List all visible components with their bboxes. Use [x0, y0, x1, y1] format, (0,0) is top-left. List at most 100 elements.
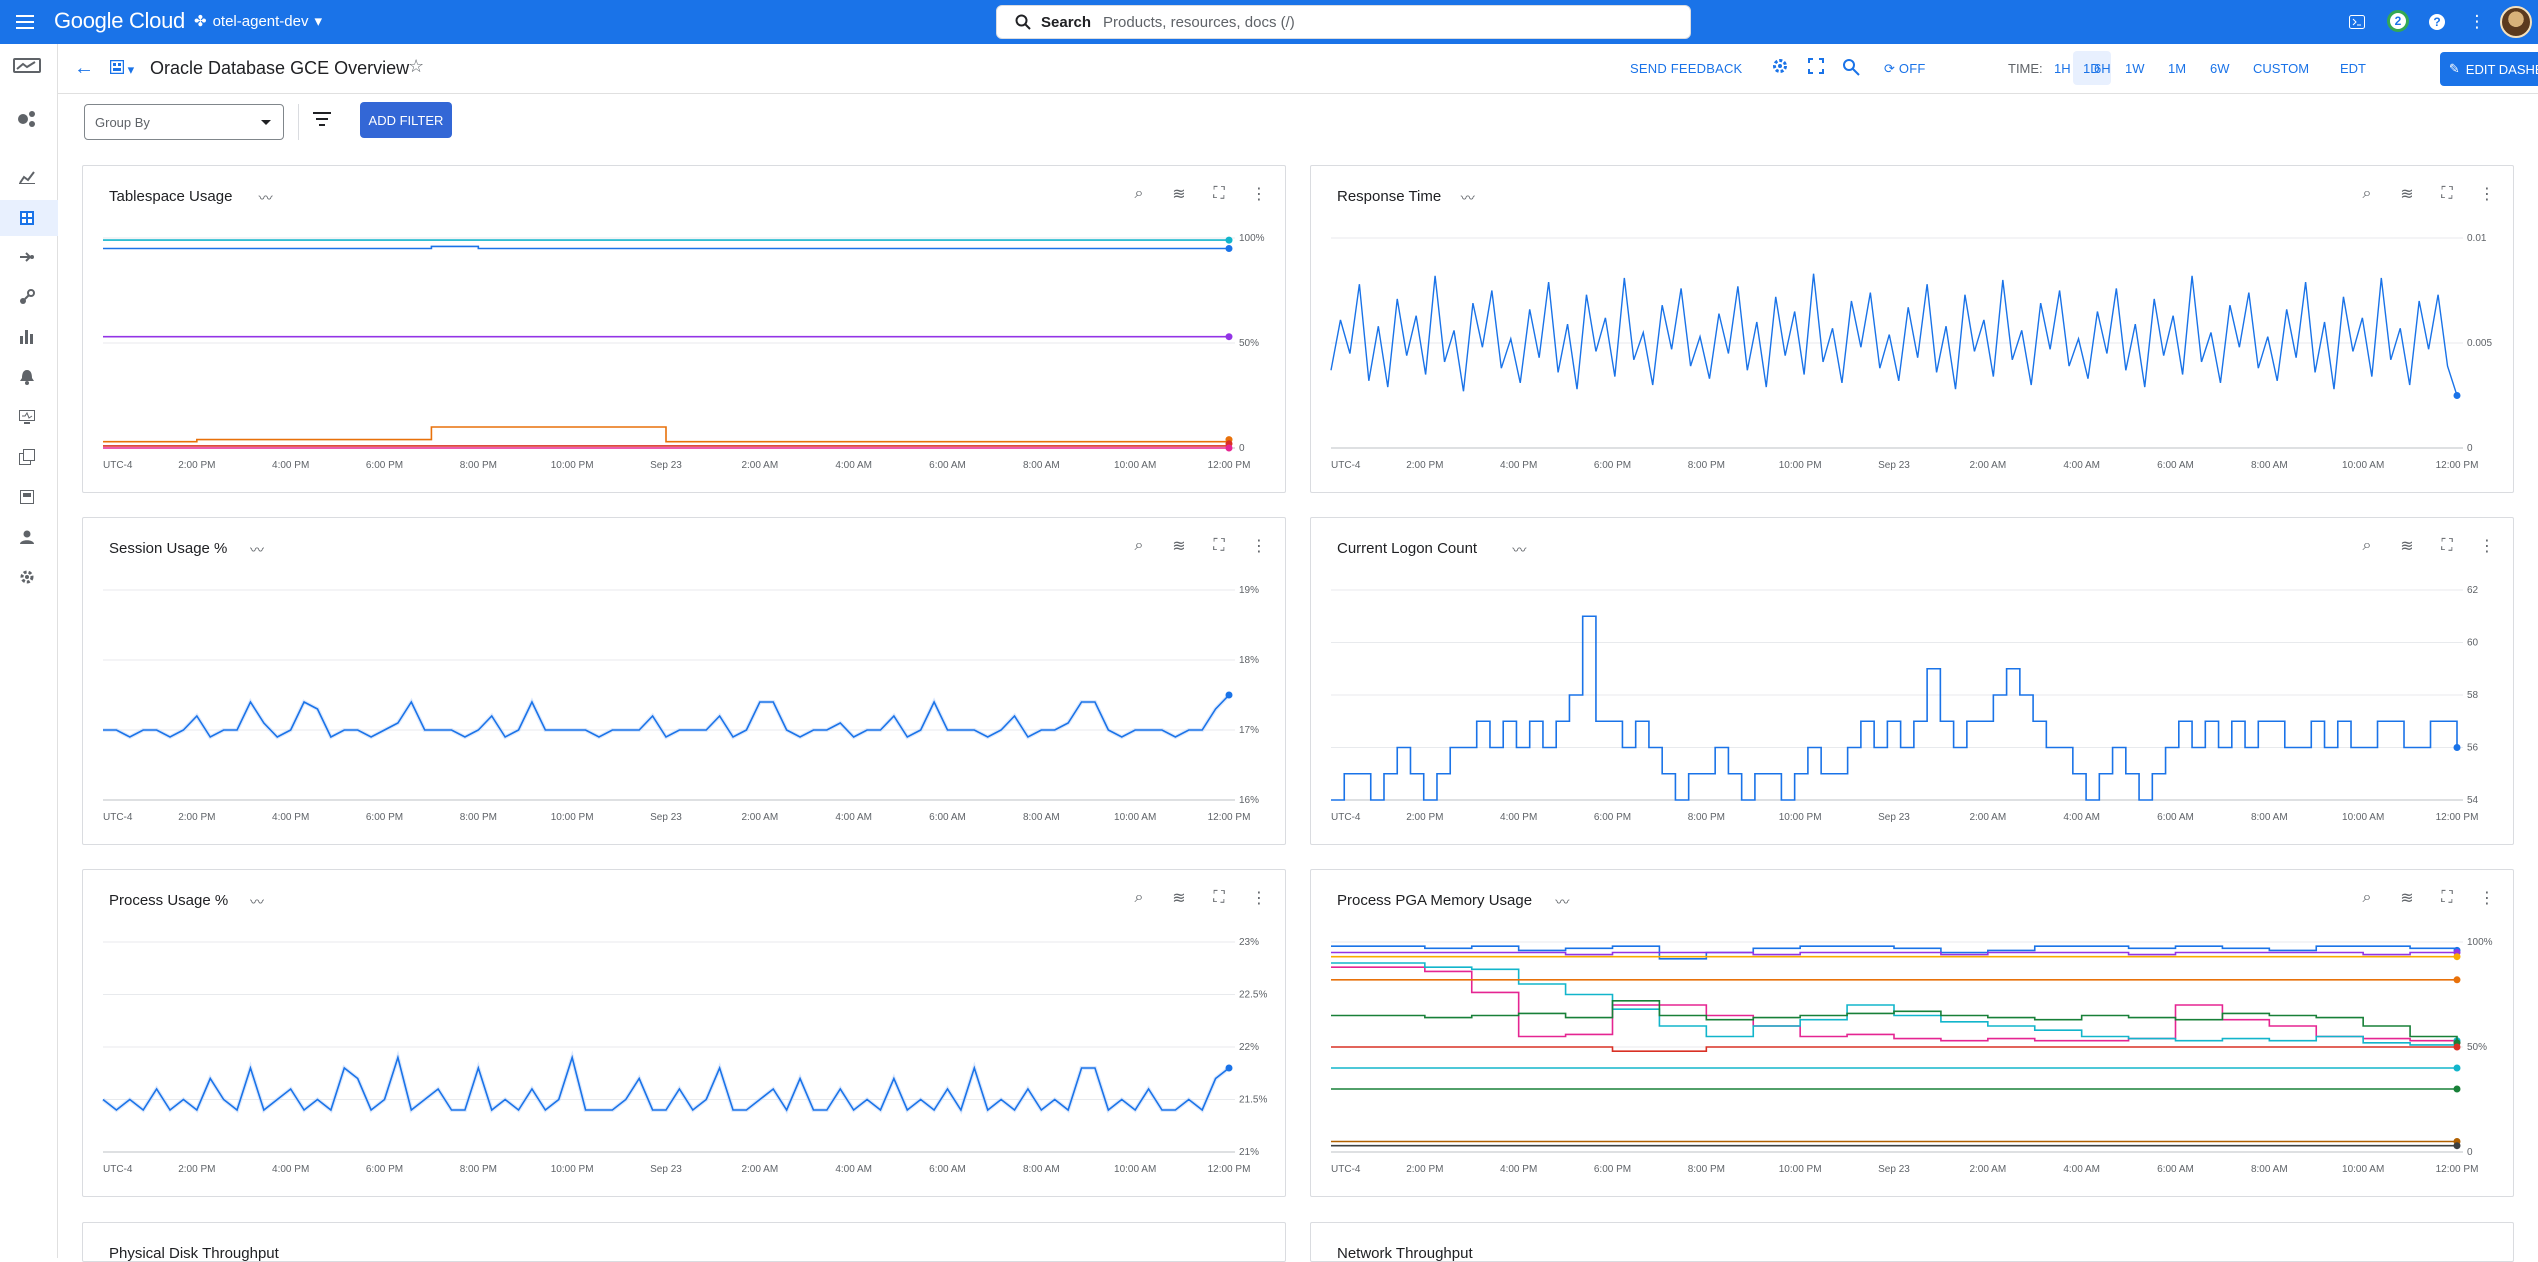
slo-icon[interactable]: [16, 326, 38, 348]
help-icon[interactable]: ?: [2426, 11, 2448, 33]
x-tick-label: UTC-4: [103, 812, 133, 823]
alerting-bell-icon[interactable]: [16, 366, 38, 388]
more-vert-icon[interactable]: ⋮: [1249, 184, 1269, 204]
chart-title: Network Throughput: [1337, 1245, 1473, 1262]
gear-icon[interactable]: [16, 566, 38, 588]
zoom-search-icon[interactable]: [1842, 58, 1860, 81]
chart-plot[interactable]: 100% 50% 0 UTC-4 2:00 PM 4:00 PM 6:00 PM 8:00 P…: [83, 226, 1287, 494]
fullscreen-icon[interactable]: ⛶: [2437, 888, 2457, 908]
add-filter-button[interactable]: ADD FILTER: [360, 102, 452, 138]
chart-plot[interactable]: 100% 50% 0 UTC-4 2:00 PM 4:00 PM 6:00 PM 8:00 P…: [1311, 930, 2515, 1198]
x-tick-label: 6:00 AM: [929, 460, 966, 471]
legend-icon[interactable]: ≋: [2397, 888, 2417, 908]
series-endpoint: [2453, 953, 2461, 961]
x-tick-label: 4:00 AM: [2063, 1164, 2100, 1175]
annotation-icon[interactable]: 〰: [259, 188, 273, 208]
annotation-icon[interactable]: 〰: [1555, 892, 1569, 912]
time-option-1w[interactable]: 1W: [2125, 61, 2145, 76]
legend-icon[interactable]: ≋: [1169, 888, 1189, 908]
zoom-icon[interactable]: ⌕: [2357, 184, 2377, 204]
annotation-icon[interactable]: 〰: [1512, 540, 1526, 560]
annotation-icon[interactable]: 〰: [250, 540, 264, 560]
y-tick-label: 0: [1239, 443, 1245, 454]
x-tick-label: 10:00 PM: [551, 1164, 594, 1175]
groups-icon[interactable]: [16, 446, 38, 468]
x-tick-label: 12:00 PM: [1208, 1164, 1251, 1175]
time-option-1d[interactable]: 1D: [2083, 61, 2100, 76]
dashboard-picker[interactable]: ▾: [109, 59, 134, 78]
search-input[interactable]: Search Products, resources, docs (/): [996, 5, 1691, 39]
y-tick-label: 50%: [1239, 338, 1259, 349]
notifications-badge[interactable]: 2: [2387, 10, 2409, 32]
star-icon[interactable]: ☆: [408, 56, 424, 77]
back-arrow-icon[interactable]: ←: [74, 57, 94, 80]
more-vert-icon[interactable]: ⋮: [2466, 11, 2488, 33]
legend-icon[interactable]: ≋: [2397, 184, 2417, 204]
services-icon[interactable]: [16, 286, 38, 308]
more-vert-icon[interactable]: ⋮: [1249, 536, 1269, 556]
annotation-icon[interactable]: 〰: [1461, 188, 1475, 208]
zoom-icon[interactable]: ⌕: [1129, 536, 1149, 556]
chart-plot[interactable]: 62 60 58 56 54 UTC-4 2:00 PM 4:00 PM 6:00 PM 8:00…: [1311, 578, 2515, 846]
project-picker[interactable]: ✤ otel-agent-dev ▾: [194, 12, 323, 31]
integrations-icon[interactable]: [16, 246, 38, 268]
legend-icon[interactable]: ≋: [2397, 536, 2417, 556]
series-line: [1330, 273, 2458, 396]
more-vert-icon[interactable]: ⋮: [2477, 184, 2497, 204]
time-option-1m[interactable]: 1M: [2168, 61, 2186, 76]
y-tick-label: 21.5%: [1239, 1095, 1267, 1106]
chart-plot[interactable]: 23% 22.5% 22% 21.5% 21% UTC-4 2:00 PM 4:00 PM 6:…: [83, 930, 1287, 1198]
monitoring-logo-icon[interactable]: [12, 56, 42, 78]
filter-list-icon[interactable]: [313, 112, 331, 130]
timezone-button[interactable]: EDT: [2340, 61, 2366, 76]
settings-panel-icon[interactable]: [16, 486, 38, 508]
x-tick-label: 4:00 PM: [272, 460, 309, 471]
chevron-down-icon: ▾: [314, 13, 323, 30]
fullscreen-icon[interactable]: ⛶: [2437, 184, 2457, 204]
fullscreen-icon[interactable]: ⛶: [2437, 536, 2457, 556]
send-feedback-button[interactable]: SEND FEEDBACK: [1630, 61, 1742, 76]
more-vert-icon[interactable]: ⋮: [1249, 888, 1269, 908]
x-tick-label: 8:00 AM: [2251, 1164, 2288, 1175]
annotation-icon[interactable]: 〰: [250, 892, 264, 912]
more-vert-icon[interactable]: ⋮: [2477, 536, 2497, 556]
chart-title: Process Usage %: [109, 892, 229, 909]
series-line: [1331, 615, 2458, 801]
x-tick-label: 6:00 AM: [929, 1164, 966, 1175]
x-tick-label: 10:00 PM: [1779, 1164, 1822, 1175]
x-tick-label: 10:00 AM: [1114, 460, 1156, 471]
zoom-icon[interactable]: ⌕: [1129, 184, 1149, 204]
person-icon[interactable]: [16, 526, 38, 548]
x-tick-label: 12:00 PM: [2436, 460, 2479, 471]
auto-refresh-toggle[interactable]: ⟳ OFF: [1884, 61, 1926, 77]
menu-icon[interactable]: [12, 9, 38, 35]
fullscreen-icon[interactable]: ⛶: [1209, 184, 1229, 204]
chart-card-response: Response Time 〰 ⌕ ≋ ⛶ ⋮ 0.01 0.005 0 UTC-4 2:00 PM…: [1310, 165, 2514, 493]
overview-icon[interactable]: [16, 108, 38, 130]
zoom-icon[interactable]: ⌕: [2357, 536, 2377, 556]
edit-dashboard-button[interactable]: ✎ EDIT DASHBOARD: [2440, 52, 2538, 86]
metrics-explorer-icon[interactable]: [16, 166, 38, 188]
google-cloud-logo[interactable]: Google Cloud: [54, 8, 185, 34]
time-option-1h[interactable]: 1H: [2054, 61, 2071, 76]
zoom-icon[interactable]: ⌕: [2357, 888, 2377, 908]
group-by-select[interactable]: Group By: [84, 104, 284, 140]
avatar[interactable]: [2500, 6, 2532, 38]
zoom-icon[interactable]: ⌕: [1129, 888, 1149, 908]
chart-card-session: Session Usage % 〰 ⌕ ≋ ⛶ ⋮ 19% 18% 17% 16% UTC-4 2:0…: [82, 517, 1286, 845]
cloud-shell-icon[interactable]: [2346, 11, 2368, 33]
time-option-custom[interactable]: CUSTOM: [2253, 61, 2309, 76]
legend-icon[interactable]: ≋: [1169, 184, 1189, 204]
y-tick-label: 0.01: [2467, 233, 2487, 244]
chart-plot[interactable]: 19% 18% 17% 16% UTC-4 2:00 PM 4:00 PM 6:00 PM 8:…: [83, 578, 1287, 846]
time-option-6w[interactable]: 6W: [2210, 61, 2230, 76]
dashboards-icon[interactable]: [16, 207, 38, 229]
legend-icon[interactable]: ≋: [1169, 536, 1189, 556]
uptime-checks-icon[interactable]: [16, 406, 38, 428]
settings-gear-icon[interactable]: [1772, 58, 1788, 79]
more-vert-icon[interactable]: ⋮: [2477, 888, 2497, 908]
chart-plot[interactable]: 0.01 0.005 0 UTC-4 2:00 PM 4:00 PM 6:00 PM 8:00…: [1311, 226, 2515, 494]
fullscreen-icon[interactable]: ⛶: [1209, 888, 1229, 908]
fullscreen-icon[interactable]: [1808, 58, 1824, 79]
fullscreen-icon[interactable]: ⛶: [1209, 536, 1229, 556]
